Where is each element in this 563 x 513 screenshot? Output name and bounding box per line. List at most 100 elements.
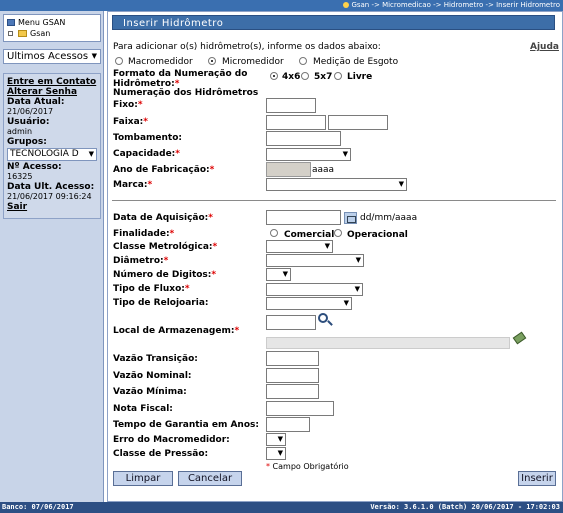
main-panel: Inserir Hidrômetro Para adicionar o(s) h… [107,11,563,502]
flow-type-select[interactable]: ▼ [266,283,363,296]
capacity-select[interactable]: ▼ [266,148,351,161]
purpose-operacional-radio[interactable] [334,229,342,237]
macro-error-label: Erro do Macromedidor: [113,435,230,445]
macro-error-select[interactable]: ▼ [266,433,286,446]
diameter-label: Diâmetro:* [113,256,169,266]
storage-code-input[interactable] [266,315,316,330]
user-value: admin [7,127,33,136]
sidebar: Menu GSAN Gsan Ultimos Acessos ▼ Entre e… [0,11,104,502]
format-livre-label: Livre [347,72,373,82]
chevron-down-icon: ▼ [277,449,283,457]
invoice-label: Nota Fiscal: [113,404,173,414]
calendar-icon[interactable] [344,212,357,224]
type-macromedidor-label: Macromedidor [128,57,193,67]
type-esgoto-radio[interactable] [299,57,307,65]
type-macromedidor-radio[interactable] [115,57,123,65]
format-5x7-radio[interactable] [301,72,309,80]
recent-access-select[interactable]: Ultimos Acessos ▼ [3,49,101,64]
intro-text: Para adicionar o(s) hidrômetro(s), infor… [113,42,381,52]
last-access-label: Data Ult. Acesso: [7,182,95,192]
digits-label: Número de Digitos:* [113,270,217,280]
min-flow-label: Vazão Mínima: [113,387,187,397]
year-hint: aaaa [312,165,335,175]
breadcrumb: Gsan -> Micromedicao -> Hidrometro -> In… [0,0,563,11]
range-label: Faixa:* [113,117,148,127]
chevron-down-icon: ▼ [91,52,97,60]
nominal-flow-label: Vazão Nominal: [113,371,192,381]
transition-flow-input[interactable] [266,351,319,366]
clear-icon[interactable] [512,331,527,345]
type-esgoto-label: Medição de Esgoto [313,57,399,67]
digits-select[interactable]: ▼ [266,268,291,281]
invoice-input[interactable] [266,401,334,416]
range-end-input[interactable] [328,115,388,130]
storage-description-field [266,337,510,349]
brand-select[interactable]: ▼ [266,178,407,191]
groups-label: Grupos: [7,137,47,147]
version-info: Versão: 3.6.1.0 (Batch) 20/06/2017 - 17:… [370,503,560,511]
range-start-input[interactable] [266,115,326,130]
numbering-format-label: Formato da Numeração do Hidrômetro:* [113,69,248,89]
menu-tree: Menu GSAN Gsan [3,14,101,42]
tombamento-input[interactable] [266,131,341,146]
chevron-down-icon: ▼ [398,180,404,188]
format-livre-radio[interactable] [334,72,342,80]
home-icon [343,2,350,8]
purpose-label: Finalidade:* [113,229,175,239]
numbering-section-label: Numeração dos Hidrômetros [113,88,259,98]
status-bar: Banco: 07/06/2017 Versão: 3.6.1.0 (Batch… [0,502,563,513]
cancel-button[interactable]: Cancelar [178,471,242,486]
change-password-link[interactable]: Alterar Senha [7,87,97,97]
groups-select[interactable]: TECNOLOGIA D ▼ [7,148,97,161]
insert-button[interactable]: Inserir [518,471,556,486]
warranty-input[interactable] [266,417,310,432]
menu-root[interactable]: Menu GSAN [7,17,97,28]
chevron-down-icon: ▼ [324,242,330,250]
page-title: Inserir Hidrômetro [112,15,555,30]
acquisition-date-hint: dd/mm/aaaa [360,213,418,223]
help-link[interactable]: Ajuda [530,42,559,52]
format-5x7-label: 5x7 [314,72,333,82]
required-note: * Campo Obrigatório [266,462,349,471]
chevron-down-icon: ▼ [282,270,288,278]
chevron-down-icon: ▼ [355,256,361,264]
tombamento-label: Tombamento: [113,133,182,143]
fixed-label: Fixo:* [113,100,143,110]
logout-link[interactable]: Sair [7,202,97,212]
year-input[interactable] [266,162,311,177]
min-flow-input[interactable] [266,384,319,399]
chevron-down-icon: ▼ [342,150,348,158]
access-number-label: Nº Acesso: [7,162,62,172]
search-icon[interactable] [318,313,328,323]
transition-flow-label: Vazão Transição: [113,354,198,364]
purpose-comercial-label: Comercial [284,230,335,240]
computer-icon [7,19,15,26]
db-date: Banco: 07/06/2017 [2,503,74,511]
user-label: Usuário: [7,117,50,127]
brand-label: Marca:* [113,180,153,190]
nominal-flow-input[interactable] [266,368,319,383]
pressure-class-label: Classe de Pressão: [113,449,209,459]
folder-icon [18,30,27,37]
fixed-input[interactable] [266,98,316,113]
metrological-class-select[interactable]: ▼ [266,240,333,253]
metrological-class-label: Classe Metrológica:* [113,242,218,252]
chevron-down-icon: ▼ [277,435,283,443]
year-label: Ano de Fabricação:* [113,165,215,175]
acquisition-date-input[interactable] [266,210,341,225]
section-divider [112,200,556,201]
diameter-select[interactable]: ▼ [266,254,364,267]
clear-button[interactable]: Limpar [113,471,173,486]
type-micromedidor-radio[interactable] [208,57,216,65]
expand-icon[interactable] [8,31,13,36]
pressure-class-select[interactable]: ▼ [266,447,286,460]
clock-type-select[interactable]: ▼ [266,297,352,310]
contact-link[interactable]: Entre em Contato [7,77,97,87]
chevron-down-icon: ▼ [343,299,349,307]
purpose-comercial-radio[interactable] [270,229,278,237]
format-4x6-radio[interactable] [270,72,278,80]
current-date-value: 21/06/2017 [7,107,54,116]
purpose-operacional-label: Operacional [347,230,408,240]
last-access-value: 21/06/2017 09:16:24 [7,192,92,201]
menu-folder-gsan[interactable]: Gsan [7,28,97,39]
